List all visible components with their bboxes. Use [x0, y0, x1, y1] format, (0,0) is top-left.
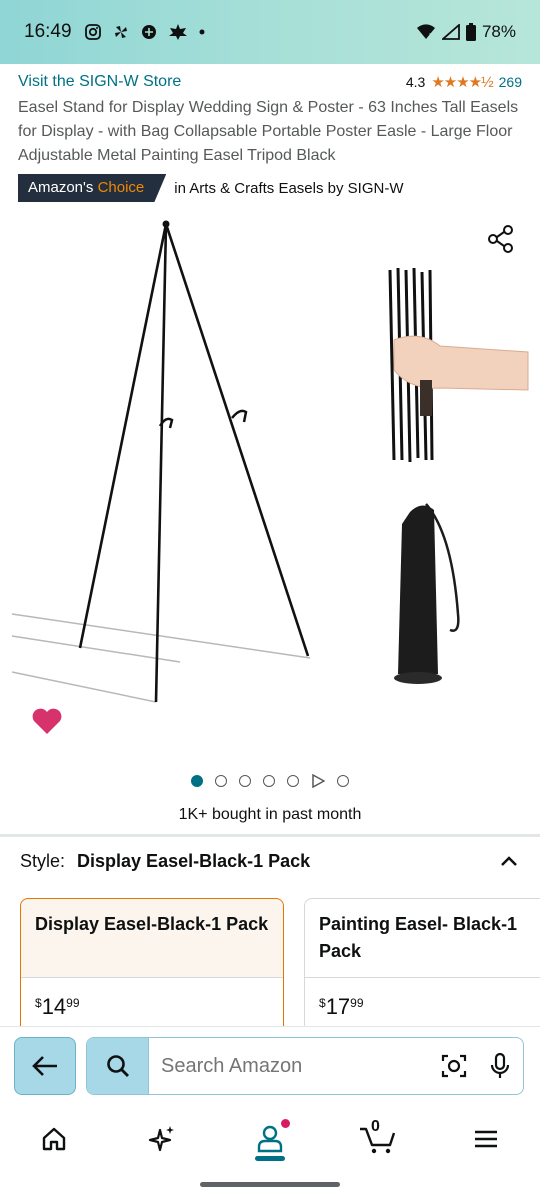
share-icon[interactable] — [486, 224, 516, 254]
pagination-dot-5[interactable] — [287, 775, 299, 787]
gesture-bar — [0, 1170, 540, 1200]
rating-count[interactable]: 269 — [499, 74, 522, 90]
pagination-dot-3[interactable] — [239, 775, 251, 787]
style-option-display-easel[interactable]: Display Easel-Black-1 Pack $1499 — [20, 898, 284, 1026]
heart-icon[interactable] — [30, 704, 64, 738]
battery-icon — [465, 23, 476, 41]
search-bar — [0, 1026, 540, 1108]
active-tab-indicator — [255, 1156, 285, 1161]
pinwheel-icon — [114, 26, 127, 38]
home-gesture-pill[interactable] — [200, 1182, 340, 1187]
style-selector-header[interactable]: Style: Display Easel-Black-1 Pack — [20, 850, 520, 872]
wifi-icon: ! — [416, 24, 435, 40]
option-price: $1799 — [305, 977, 540, 1026]
nav-menu[interactable] — [456, 1114, 516, 1164]
search-input[interactable] — [149, 1054, 431, 1078]
voice-search-button[interactable] — [477, 1043, 523, 1089]
person-icon — [257, 1125, 283, 1153]
status-bar: 16:49 ! 78% — [0, 0, 540, 64]
bought-past-month: 1K+ bought in past month — [178, 806, 362, 823]
hamburger-menu-icon — [475, 1130, 497, 1148]
search-button[interactable] — [87, 1038, 149, 1094]
product-thumbnail-folded[interactable] — [380, 260, 530, 470]
home-icon — [42, 1127, 66, 1151]
option-price: $1499 — [21, 977, 283, 1026]
notification-dot — [281, 1119, 290, 1128]
style-label: Style: — [20, 850, 66, 871]
nav-home[interactable] — [24, 1114, 84, 1164]
camera-search-button[interactable] — [431, 1043, 477, 1089]
amazons-choice-badge: Amazon's Choice — [18, 174, 167, 202]
dot-icon — [199, 29, 205, 35]
leaf-icon — [168, 24, 187, 40]
search-icon — [106, 1055, 129, 1077]
pagination-dot-4[interactable] — [263, 775, 275, 787]
product-title: Easel Stand for Display Wedding Sign & P… — [18, 99, 519, 164]
choice-badge-accent: Choice — [97, 179, 145, 196]
back-button[interactable] — [14, 1037, 76, 1095]
product-page: Visit the SIGN-W Store 4.3 ★★★★½ 269 Eas… — [0, 64, 540, 1026]
signal-icon — [441, 24, 460, 40]
status-system-icons: ! 78% — [416, 22, 516, 42]
pagination-dot-1[interactable] — [191, 775, 203, 787]
store-link[interactable]: Visit the SIGN-W Store — [18, 73, 181, 91]
status-notification-icons — [84, 23, 206, 41]
chevron-up-icon[interactable] — [498, 850, 520, 872]
option-title: Painting Easel- Black-1 Pack — [319, 914, 518, 961]
instagram-icon — [84, 24, 101, 40]
app-icon — [141, 25, 156, 39]
sparkle-icon — [148, 1126, 174, 1152]
rating-value: 4.3 — [405, 74, 426, 90]
svg-text:!: ! — [429, 33, 431, 40]
style-option-painting-easel[interactable]: Painting Easel- Black-1 Pack $1799 — [304, 898, 540, 1026]
battery-percentage: 78% — [481, 22, 516, 41]
nav-rufus[interactable] — [132, 1114, 192, 1164]
microphone-icon — [490, 1052, 510, 1078]
style-value: Display Easel-Black-1 Pack — [77, 850, 311, 871]
arrow-left-icon — [32, 1056, 57, 1076]
cart-count: 0 — [371, 1118, 380, 1135]
search-field[interactable] — [86, 1037, 524, 1095]
choice-category[interactable]: in Arts & Crafts Easels by SIGN-W — [174, 180, 403, 197]
product-image-gallery[interactable]: 1K+ bought in past month — [0, 216, 540, 823]
star-rating-icon: ★★★★½ — [431, 74, 493, 91]
pagination-dot-7[interactable] — [337, 775, 349, 787]
nav-cart[interactable]: 0 — [348, 1114, 408, 1164]
choice-badge-prefix: Amazon's — [28, 179, 94, 196]
section-divider — [0, 834, 540, 837]
video-play-icon[interactable] — [311, 774, 325, 788]
option-title: Display Easel-Black-1 Pack — [35, 914, 269, 934]
pagination-dot-2[interactable] — [215, 775, 227, 787]
rating-summary[interactable]: 4.3 ★★★★½ 269 — [406, 73, 522, 91]
status-time: 16:49 — [24, 21, 72, 42]
amazons-choice-row: Amazon's Choice in Arts & Crafts Easels … — [0, 168, 540, 202]
image-pagination — [0, 774, 540, 788]
product-thumbnail-bag[interactable] — [388, 494, 478, 694]
camera-lens-icon — [441, 1054, 467, 1078]
store-row: Visit the SIGN-W Store 4.3 ★★★★½ 269 — [0, 64, 540, 94]
